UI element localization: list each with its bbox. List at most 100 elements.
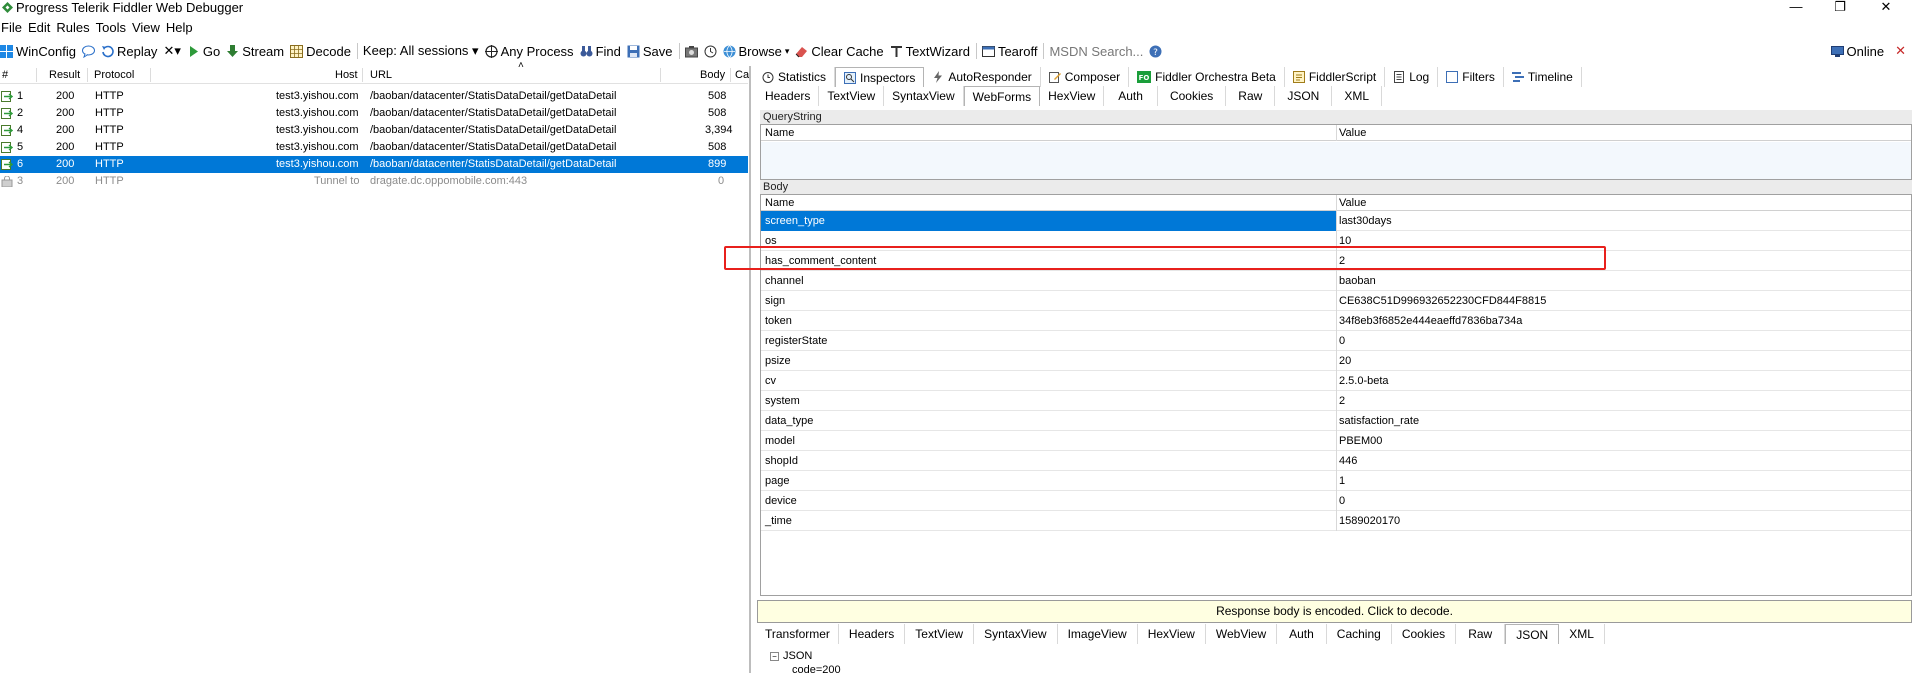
response-tab-transformer[interactable]: Transformer <box>757 624 839 644</box>
request-tab-textview[interactable]: TextView <box>819 86 885 106</box>
request-tab-xml[interactable]: XML <box>1332 86 1383 106</box>
form-field-row[interactable]: token 34f8eb3f6852e444eaeffd7836ba734a <box>761 311 1911 331</box>
form-field-row[interactable]: cv 2.5.0-beta <box>761 371 1911 391</box>
tab-timeline[interactable]: Timeline <box>1504 67 1582 87</box>
session-row[interactable]: 3 200 HTTP Tunnel to dragate.dc.oppomobi… <box>0 173 748 190</box>
collapse-minus-icon[interactable]: − <box>770 651 779 661</box>
form-field-row[interactable]: _time 1589020170 <box>761 511 1911 531</box>
response-tab-raw[interactable]: Raw <box>1456 624 1506 644</box>
response-tab-cookies[interactable]: Cookies <box>1392 624 1457 644</box>
column-divider[interactable] <box>730 68 731 82</box>
menu-tools[interactable]: Tools <box>96 18 132 38</box>
tab-autoresponder[interactable]: AutoResponder <box>924 67 1041 87</box>
tab-log[interactable]: Log <box>1385 67 1439 87</box>
response-tab-headers[interactable]: Headers <box>839 624 906 644</box>
online-status[interactable]: Online ✕ <box>1830 40 1912 62</box>
column-protocol[interactable]: Protocol <box>94 66 134 84</box>
form-field-row[interactable]: shopId 446 <box>761 451 1911 471</box>
menu-help[interactable]: Help <box>166 18 199 38</box>
session-row[interactable]: 1 200 HTTP test3.yishou.com /baoban/data… <box>0 88 748 105</box>
column-divider[interactable] <box>1336 195 1337 211</box>
winconfig-button[interactable]: WinConfig <box>0 40 82 62</box>
timer-button[interactable] <box>704 40 723 62</box>
replay-button[interactable]: Replay <box>101 40 163 62</box>
minimize-button[interactable]: — <box>1784 0 1808 16</box>
tab-inspectors[interactable]: Inspectors <box>835 67 925 87</box>
querystring-value-header[interactable]: Value <box>1339 125 1366 141</box>
screenshot-button[interactable] <box>684 40 704 62</box>
menu-file[interactable]: File <box>0 18 28 38</box>
form-field-row[interactable]: system 2 <box>761 391 1911 411</box>
menu-edit[interactable]: Edit <box>28 18 56 38</box>
column-body[interactable]: Body <box>700 66 725 84</box>
panel-splitter[interactable] <box>749 66 751 673</box>
find-button[interactable]: Find <box>580 40 627 62</box>
decode-notice-bar[interactable]: Response body is encoded. Click to decod… <box>757 600 1912 623</box>
querystring-name-header[interactable]: Name <box>765 125 794 141</box>
session-row-selected[interactable]: 6 200 HTTP test3.yishou.com /baoban/data… <box>0 156 748 173</box>
tab-fiddlerscript[interactable]: FiddlerScript <box>1285 67 1386 87</box>
response-tab-textview[interactable]: TextView <box>905 624 975 644</box>
column-divider[interactable] <box>362 68 363 82</box>
response-tab-imageview[interactable]: ImageView <box>1058 624 1138 644</box>
any-process-button[interactable]: Any Process <box>484 40 580 62</box>
remove-sessions-button[interactable]: ✕▾ <box>163 40 186 62</box>
session-row[interactable]: 5 200 HTTP test3.yishou.com /baoban/data… <box>0 139 748 156</box>
body-name-header[interactable]: Name <box>765 195 794 211</box>
response-tab-syntaxview[interactable]: SyntaxView <box>974 624 1058 644</box>
form-field-row[interactable]: channel baoban <box>761 271 1911 291</box>
session-row[interactable]: 2 200 HTTP test3.yishou.com /baoban/data… <box>0 105 748 122</box>
menu-view[interactable]: View <box>132 18 166 38</box>
form-field-row[interactable]: data_type satisfaction_rate <box>761 411 1911 431</box>
form-field-row-selected[interactable]: screen_type last30days <box>761 211 1911 231</box>
go-button[interactable]: Go <box>187 40 226 62</box>
menu-rules[interactable]: Rules <box>56 18 95 38</box>
msdn-search-input[interactable]: MSDN Search... <box>1049 40 1149 62</box>
response-tab-auth[interactable]: Auth <box>1277 624 1327 644</box>
stream-button[interactable]: Stream <box>226 40 290 62</box>
form-field-row[interactable]: model PBEM00 <box>761 431 1911 451</box>
clear-cache-button[interactable]: Clear Cache <box>795 40 889 62</box>
close-online-icon[interactable]: ✕ <box>1895 43 1906 59</box>
column-divider[interactable] <box>87 68 88 82</box>
response-tab-json[interactable]: JSON <box>1505 624 1560 644</box>
request-tab-syntaxview[interactable]: SyntaxView <box>884 86 964 106</box>
keep-sessions-dropdown[interactable]: Keep: All sessions ▾ <box>363 40 485 62</box>
form-field-row[interactable]: sign CE638C51D996932652230CFD844F8815 <box>761 291 1911 311</box>
chevron-down-icon[interactable]: ▾ <box>785 46 790 57</box>
tab-composer[interactable]: Composer <box>1041 67 1130 87</box>
restore-button[interactable]: ❐ <box>1828 0 1852 16</box>
column-divider[interactable] <box>1336 125 1337 141</box>
help-button[interactable]: ? <box>1149 40 1168 62</box>
column-divider[interactable] <box>150 68 151 82</box>
column-url[interactable]: URL <box>370 66 392 84</box>
form-field-row[interactable]: psize 20 <box>761 351 1911 371</box>
column-host[interactable]: Host <box>335 66 358 84</box>
comment-button[interactable] <box>81 40 101 62</box>
request-tab-webforms[interactable]: WebForms <box>963 86 1041 106</box>
response-tab-caching[interactable]: Caching <box>1327 624 1392 644</box>
column-caching[interactable]: Ca <box>735 66 749 84</box>
json-tree-node[interactable]: code=200 <box>792 664 841 673</box>
close-window-button[interactable]: ✕ <box>1874 0 1898 16</box>
session-row[interactable]: 4 200 HTTP test3.yishou.com /baoban/data… <box>0 122 748 139</box>
column-divider[interactable] <box>36 68 37 82</box>
request-tab-raw[interactable]: Raw <box>1226 86 1276 106</box>
browse-button[interactable]: Browse ▾ <box>723 40 796 62</box>
request-tab-hexview[interactable]: HexView <box>1040 86 1105 106</box>
json-tree-root[interactable]: − JSON <box>770 650 812 662</box>
column-num[interactable]: # <box>2 66 8 84</box>
request-tab-auth[interactable]: Auth <box>1104 86 1158 106</box>
form-field-row[interactable]: page 1 <box>761 471 1911 491</box>
response-tab-webview[interactable]: WebView <box>1206 624 1278 644</box>
response-tab-xml[interactable]: XML <box>1559 624 1605 644</box>
column-divider[interactable] <box>660 68 661 82</box>
tab-filters[interactable]: Filters <box>1438 67 1504 87</box>
tab-statistics[interactable]: Statistics <box>754 67 836 87</box>
save-button[interactable]: Save <box>627 40 679 62</box>
tab-fiddler-orchestra[interactable]: FO Fiddler Orchestra Beta <box>1129 67 1285 87</box>
request-tab-headers[interactable]: Headers <box>757 86 820 106</box>
request-tab-cookies[interactable]: Cookies <box>1158 86 1227 106</box>
form-field-row[interactable]: registerState 0 <box>761 331 1911 351</box>
decode-button[interactable]: Decode <box>290 40 357 62</box>
